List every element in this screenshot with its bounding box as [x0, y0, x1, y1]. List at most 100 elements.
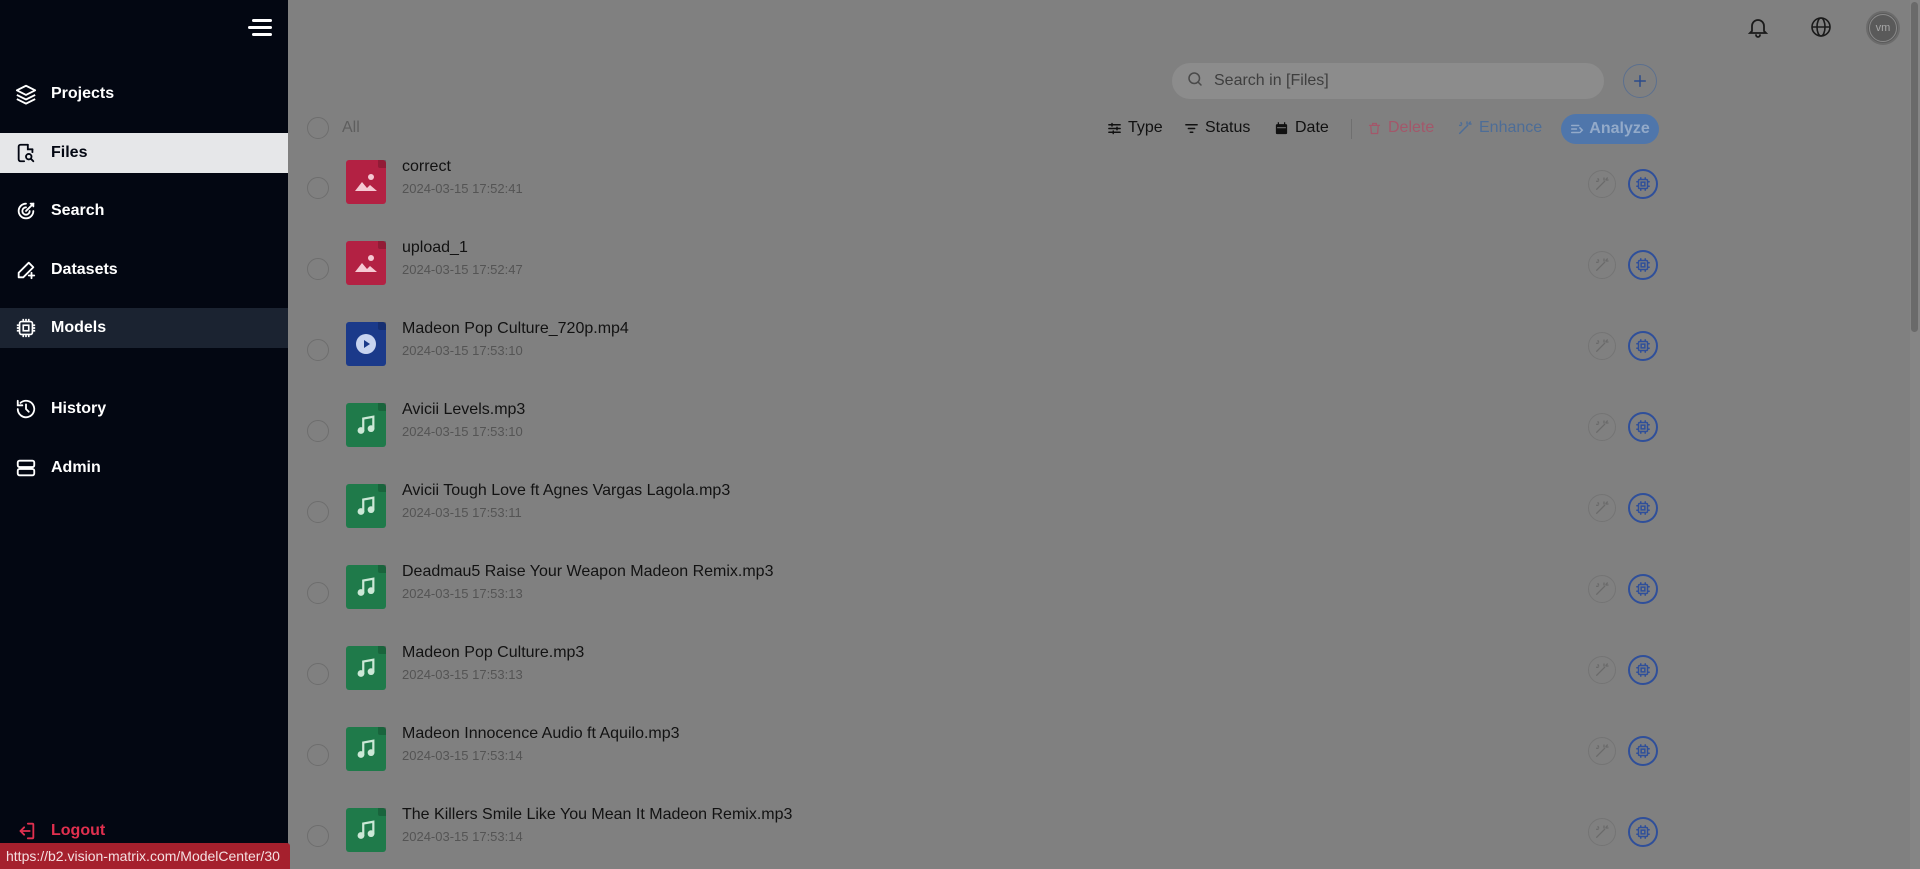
- file-row[interactable]: Avicii Tough Love ft Agnes Vargas Lagola…: [288, 472, 1668, 553]
- select-all-radio[interactable]: [307, 117, 329, 139]
- type-filter-button[interactable]: Type: [1107, 119, 1163, 137]
- sidebar-item-admin[interactable]: Admin: [0, 448, 288, 488]
- audio-file-icon: [346, 484, 386, 528]
- sidebar-item-label: Datasets: [51, 261, 118, 278]
- analyze-button[interactable]: Analyze: [1561, 114, 1659, 144]
- globe-icon[interactable]: [1806, 12, 1836, 42]
- search-input[interactable]: [1214, 72, 1594, 90]
- sidebar-item-label: Search: [51, 202, 105, 219]
- analyze-file-button[interactable]: [1628, 817, 1658, 847]
- chip-icon: [1636, 420, 1650, 434]
- magic-wand-icon: [1596, 582, 1609, 595]
- enhance-file-button[interactable]: [1588, 170, 1616, 198]
- delete-button[interactable]: Delete: [1367, 119, 1434, 137]
- magic-wand-icon: [1596, 258, 1609, 271]
- pen-plus-icon: [15, 259, 37, 281]
- file-select-radio[interactable]: [307, 258, 329, 280]
- select-all-checkbox[interactable]: All: [307, 117, 360, 139]
- chip-icon: [15, 317, 37, 339]
- add-file-button[interactable]: [1623, 64, 1657, 98]
- audio-file-icon: [346, 808, 386, 852]
- image-file-icon: [346, 241, 386, 285]
- analyze-file-button[interactable]: [1628, 331, 1658, 361]
- file-select-radio[interactable]: [307, 825, 329, 847]
- analyze-label: Analyze: [1589, 120, 1650, 137]
- enhance-file-button[interactable]: [1588, 494, 1616, 522]
- file-select-radio[interactable]: [307, 663, 329, 685]
- history-icon: [15, 398, 37, 420]
- sidebar-item-label: Projects: [51, 85, 115, 102]
- bell-icon[interactable]: [1743, 12, 1773, 42]
- chip-icon: [1636, 744, 1650, 758]
- date-filter-button[interactable]: Date: [1274, 119, 1329, 137]
- search-icon: [1186, 70, 1204, 93]
- file-row[interactable]: upload_1 2024-03-15 17:52:47: [288, 229, 1668, 310]
- file-select-radio[interactable]: [307, 420, 329, 442]
- server-icon: [15, 457, 37, 479]
- file-row[interactable]: Madeon Innocence Audio ft Aquilo.mp3 202…: [288, 715, 1668, 796]
- magic-wand-icon: [1457, 120, 1473, 136]
- audio-file-icon: [346, 565, 386, 609]
- chip-icon: [1636, 258, 1650, 272]
- sidebar-item-files[interactable]: Files: [0, 133, 288, 173]
- logout-icon: [15, 820, 37, 842]
- menu-toggle-icon[interactable]: [248, 17, 272, 39]
- file-select-radio[interactable]: [307, 501, 329, 523]
- file-name: Madeon Pop Culture_720p.mp4: [402, 320, 629, 337]
- file-row[interactable]: Madeon Pop Culture.mp3 2024-03-15 17:53:…: [288, 634, 1668, 715]
- delete-label: Delete: [1388, 119, 1435, 136]
- file-date: 2024-03-15 17:53:11: [402, 505, 522, 520]
- file-date: 2024-03-15 17:52:41: [402, 181, 523, 196]
- audio-file-icon: [346, 727, 386, 771]
- enhance-file-button[interactable]: [1588, 413, 1616, 441]
- analyze-file-button[interactable]: [1628, 736, 1658, 766]
- sidebar-item-history[interactable]: History: [0, 389, 288, 429]
- sidebar-item-datasets[interactable]: Datasets: [0, 250, 288, 290]
- file-name: correct: [402, 158, 451, 175]
- file-row[interactable]: The Killers Smile Like You Mean It Madeo…: [288, 796, 1668, 869]
- chip-icon: [1636, 339, 1650, 353]
- file-name: Avicii Levels.mp3: [402, 401, 526, 418]
- enhance-file-button[interactable]: [1588, 737, 1616, 765]
- analyze-file-button[interactable]: [1628, 655, 1658, 685]
- enhance-file-button[interactable]: [1588, 575, 1616, 603]
- enhance-file-button[interactable]: [1588, 818, 1616, 846]
- sidebar-item-label: Files: [51, 144, 88, 161]
- file-date: 2024-03-15 17:53:13: [402, 586, 523, 601]
- type-filter-label: Type: [1128, 119, 1163, 136]
- layers-icon: [15, 83, 37, 105]
- analyze-file-button[interactable]: [1628, 250, 1658, 280]
- file-select-radio[interactable]: [307, 582, 329, 604]
- file-row[interactable]: correct 2024-03-15 17:52:41: [288, 148, 1668, 229]
- file-date: 2024-03-15 17:53:14: [402, 829, 523, 844]
- toolbar-divider: [1351, 119, 1352, 139]
- scrollbar-thumb[interactable]: [1911, 2, 1918, 332]
- file-select-radio[interactable]: [307, 744, 329, 766]
- sidebar-item-models[interactable]: Models: [0, 308, 288, 348]
- chip-icon: [1636, 501, 1650, 515]
- analyze-file-button[interactable]: [1628, 412, 1658, 442]
- avatar[interactable]: vm: [1866, 11, 1900, 45]
- select-all-label: All: [342, 119, 360, 136]
- video-file-icon: [346, 322, 386, 366]
- file-row[interactable]: Deadmau5 Raise Your Weapon Madeon Remix.…: [288, 553, 1668, 634]
- calendar-icon: [1274, 121, 1289, 136]
- analyze-file-button[interactable]: [1628, 574, 1658, 604]
- status-filter-button[interactable]: Status: [1184, 119, 1250, 137]
- analyze-file-button[interactable]: [1628, 169, 1658, 199]
- trash-icon: [1367, 121, 1382, 136]
- file-row[interactable]: Avicii Levels.mp3 2024-03-15 17:53:10: [288, 391, 1668, 472]
- enhance-file-button[interactable]: [1588, 332, 1616, 360]
- enhance-button[interactable]: Enhance: [1457, 119, 1542, 137]
- sidebar-item-projects[interactable]: Projects: [0, 74, 288, 114]
- file-date: 2024-03-15 17:53:10: [402, 424, 523, 439]
- enhance-file-button[interactable]: [1588, 656, 1616, 684]
- analyze-file-button[interactable]: [1628, 493, 1658, 523]
- file-select-radio[interactable]: [307, 339, 329, 361]
- file-row[interactable]: Madeon Pop Culture_720p.mp4 2024-03-15 1…: [288, 310, 1668, 391]
- sidebar: Projects Files Search Datasets Models Hi…: [0, 0, 288, 869]
- sidebar-item-search[interactable]: Search: [0, 191, 288, 231]
- sidebar-item-label: Models: [51, 319, 107, 336]
- file-select-radio[interactable]: [307, 177, 329, 199]
- enhance-file-button[interactable]: [1588, 251, 1616, 279]
